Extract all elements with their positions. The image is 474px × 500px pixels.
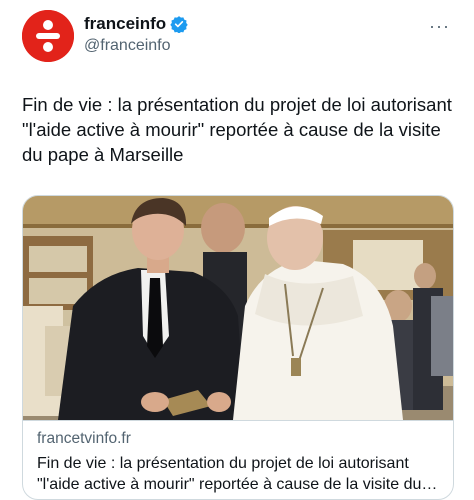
more-options-button[interactable]: ··· [429,16,450,37]
tweet-header: franceinfo @franceinfo ··· [22,10,454,62]
article-photo[interactable] [23,196,453,420]
account-names: franceinfo @franceinfo [84,14,188,55]
account-avatar[interactable] [22,10,74,62]
link-preview-card[interactable]: francetvinfo.fr Fin de vie : la présenta… [22,195,454,500]
display-name[interactable]: franceinfo [84,14,166,34]
link-card-domain[interactable]: francetvinfo.fr [37,430,131,448]
verified-badge-icon [170,16,188,33]
display-name-row[interactable]: franceinfo [84,14,188,34]
link-card-footer[interactable]: francetvinfo.fr Fin de vie : la présenta… [23,420,453,499]
tweet-text: Fin de vie : la présentation du projet d… [22,94,452,165]
account-handle[interactable]: @franceinfo [84,37,188,55]
franceinfo-logo-icon [22,10,74,62]
link-card-title[interactable]: Fin de vie : la présentation du projet d… [37,453,441,495]
